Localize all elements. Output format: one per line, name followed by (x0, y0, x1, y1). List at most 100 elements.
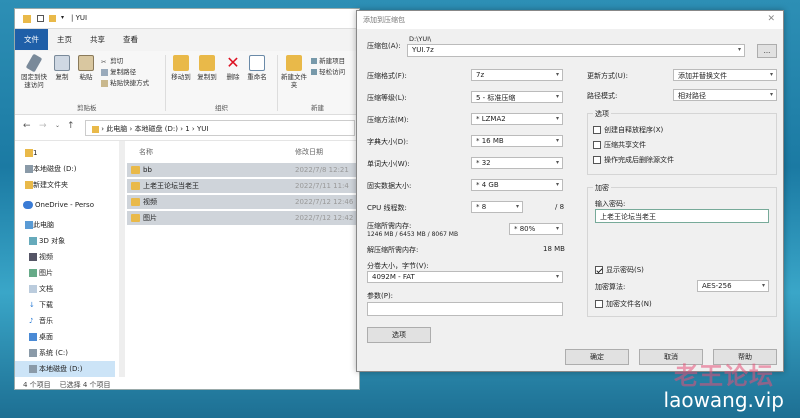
format-label: 压缩格式(F): (367, 72, 407, 80)
add-to-archive-dialog: 添加到压缩包 ✕ 压缩包(A): D:\YUI\ YUI.7z ▾ ... 压缩格… (356, 10, 784, 372)
pin-icon (25, 53, 43, 73)
copy-to-button[interactable]: 复制到 (195, 55, 219, 81)
shared-checkbox[interactable]: 压缩共享文件 (593, 140, 646, 150)
folder-icon (131, 166, 140, 174)
delete-button[interactable]: ✕ 删除 (223, 55, 243, 82)
clipboard-group-label: 剪贴板 (77, 104, 97, 112)
enc-method-select[interactable]: AES-256 ▾ (697, 280, 769, 292)
tab-share[interactable]: 共享 (81, 29, 114, 50)
back-arrow-icon[interactable]: ← (23, 121, 31, 131)
nav-item-onedrive[interactable]: OneDrive - Perso (15, 197, 115, 213)
nav-item-drive-d-selected[interactable]: 本地磁盘 (D:) (15, 361, 115, 377)
easy-access-button[interactable]: 轻松访问 (311, 68, 345, 77)
threads-select[interactable]: * 8 ▾ (471, 201, 523, 213)
nav-item-drive-d[interactable]: 本地磁盘 (D:) (15, 161, 115, 177)
nav-item-1[interactable]: 1 (15, 145, 115, 161)
address-bar-row: ← → ⌄ ↑ › 此电脑 › 本地磁盘 (D:) › 1 › YUI (15, 115, 359, 141)
method-select[interactable]: * LZMA2 ▾ (471, 113, 563, 125)
drive-icon (29, 349, 37, 357)
breadcrumb-yui[interactable]: YUI (197, 125, 208, 133)
file-explorer-window: ▾ | YUI 文件 主页 共享 查看 固定到快速访问 复制 粘贴 ✂ 剪切 复制路径… (14, 8, 360, 390)
mem-percent-select[interactable]: * 80% ▾ (509, 223, 563, 235)
status-bar: 4 个项目 已选择 4 个项目 (15, 377, 359, 389)
checkbox-icon[interactable] (37, 15, 44, 22)
nav-item-drive-c[interactable]: 系统 (C:) (15, 345, 115, 361)
nav-item-documents[interactable]: 文档 (15, 281, 115, 297)
level-select[interactable]: 5 - 标准压缩 ▾ (471, 91, 563, 103)
file-row[interactable]: 图片 2022/7/12 12:42 (127, 211, 359, 225)
file-row[interactable]: 视频 2022/7/12 12:46 (127, 195, 359, 209)
breadcrumb-pc[interactable]: 此电脑 (106, 125, 127, 133)
new-item-button[interactable]: 新建项目 (311, 57, 345, 66)
breadcrumb-drive[interactable]: 本地磁盘 (D:) (135, 125, 178, 133)
nav-item-new-folder[interactable]: 新建文件夹 (15, 177, 115, 193)
forward-arrow-icon[interactable]: → (39, 121, 47, 131)
browse-button[interactable]: ... (757, 44, 777, 58)
nav-label: 视频 (39, 253, 53, 261)
breadcrumb-1[interactable]: 1 (185, 125, 189, 133)
copy-button[interactable]: 复制 (51, 55, 73, 81)
move-to-button[interactable]: 移动到 (169, 55, 193, 81)
file-row[interactable]: 上老王论坛当老王 2022/7/11 11:4 (127, 179, 359, 193)
copy-path-button[interactable]: 复制路径 (101, 68, 136, 77)
dict-label: 字典大小(D): (367, 138, 409, 146)
archive-name-input[interactable]: YUI.7z ▾ (407, 44, 745, 57)
folder-icon (25, 149, 33, 157)
nav-item-this-pc[interactable]: 此电脑 (15, 217, 115, 233)
format-select[interactable]: 7z ▾ (471, 69, 563, 81)
folder-icon (131, 182, 140, 190)
nav-scrollbar[interactable] (119, 141, 125, 377)
nav-item-3d[interactable]: 3D 对象 (15, 233, 115, 249)
update-select[interactable]: 添加并替换文件 ▾ (673, 69, 777, 81)
chevron-down-icon: ▾ (555, 159, 559, 166)
paste-shortcut-label: 粘贴快捷方式 (110, 79, 150, 87)
file-row[interactable]: bb 2022/7/8 12:21 (127, 163, 359, 177)
tab-view[interactable]: 查看 (114, 29, 147, 50)
nav-item-downloads[interactable]: ↓ 下载 (15, 297, 115, 313)
solid-select[interactable]: * 4 GB ▾ (471, 179, 563, 191)
new-folder-button[interactable]: 新建文件夹 (281, 55, 307, 89)
show-password-checkbox[interactable]: 显示密码(S) (595, 265, 644, 275)
threads-value: * 8 (476, 203, 487, 211)
file-name: 图片 (143, 214, 157, 222)
new-item-icon (311, 58, 317, 64)
column-name[interactable]: 名称 (139, 147, 153, 157)
file-name: 视频 (143, 198, 157, 206)
options-button[interactable]: 选项 (367, 327, 431, 343)
tab-home[interactable]: 主页 (48, 29, 81, 50)
up-arrow-icon[interactable]: ↑ (67, 121, 75, 131)
nav-item-desktop[interactable]: 桌面 (15, 329, 115, 345)
nav-item-music[interactable]: ♪ 音乐 (15, 313, 115, 329)
dict-select[interactable]: * 16 MB ▾ (471, 135, 563, 147)
paste-button[interactable]: 粘贴 (75, 55, 97, 81)
params-input[interactable] (367, 302, 563, 316)
pathmode-select[interactable]: 相对路径 ▾ (673, 89, 777, 101)
delete-after-checkbox[interactable]: 操作完成后删除源文件 (593, 155, 674, 165)
cut-button[interactable]: ✂ 剪切 (101, 57, 123, 66)
delete-after-label: 操作完成后删除源文件 (604, 156, 674, 164)
password-input[interactable]: 上老王论坛当老王 (595, 209, 769, 223)
recent-dropdown-icon[interactable]: ⌄ (55, 122, 60, 129)
column-date[interactable]: 修改日期 (295, 147, 323, 157)
pin-quick-access-button[interactable]: 固定到快速访问 (19, 53, 49, 89)
checkbox-box (593, 141, 601, 149)
chevron-down-icon: ▾ (761, 282, 765, 289)
nav-item-videos[interactable]: 视频 (15, 249, 115, 265)
quick-access-dropdown-icon[interactable]: ▾ (61, 14, 64, 21)
sfx-checkbox[interactable]: 创建自释放程序(X) (593, 125, 663, 135)
close-icon[interactable]: ✕ (767, 14, 775, 24)
new-folder-label: 新建文件夹 (281, 73, 307, 89)
split-select[interactable]: 4092M - FAT ▾ (367, 271, 563, 283)
folder-small-icon[interactable] (49, 15, 56, 22)
address-breadcrumb[interactable]: › 此电脑 › 本地磁盘 (D:) › 1 › YUI (85, 120, 355, 136)
ok-button[interactable]: 确定 (565, 349, 629, 365)
level-value: 5 - 标准压缩 (476, 94, 516, 102)
tab-file[interactable]: 文件 (15, 29, 48, 50)
word-select[interactable]: * 32 ▾ (471, 157, 563, 169)
encrypt-names-checkbox[interactable]: 加密文件名(N) (595, 299, 652, 309)
file-list: 名称 修改日期 bb 2022/7/8 12:21 上老王论坛当老王 2022/7/… (127, 141, 359, 377)
rename-button[interactable]: 重命名 (245, 55, 269, 81)
nav-item-pictures[interactable]: 图片 (15, 265, 115, 281)
paste-shortcut-button[interactable]: 粘贴快捷方式 (101, 79, 149, 88)
file-date: 2022/7/12 12:46 (295, 198, 354, 206)
